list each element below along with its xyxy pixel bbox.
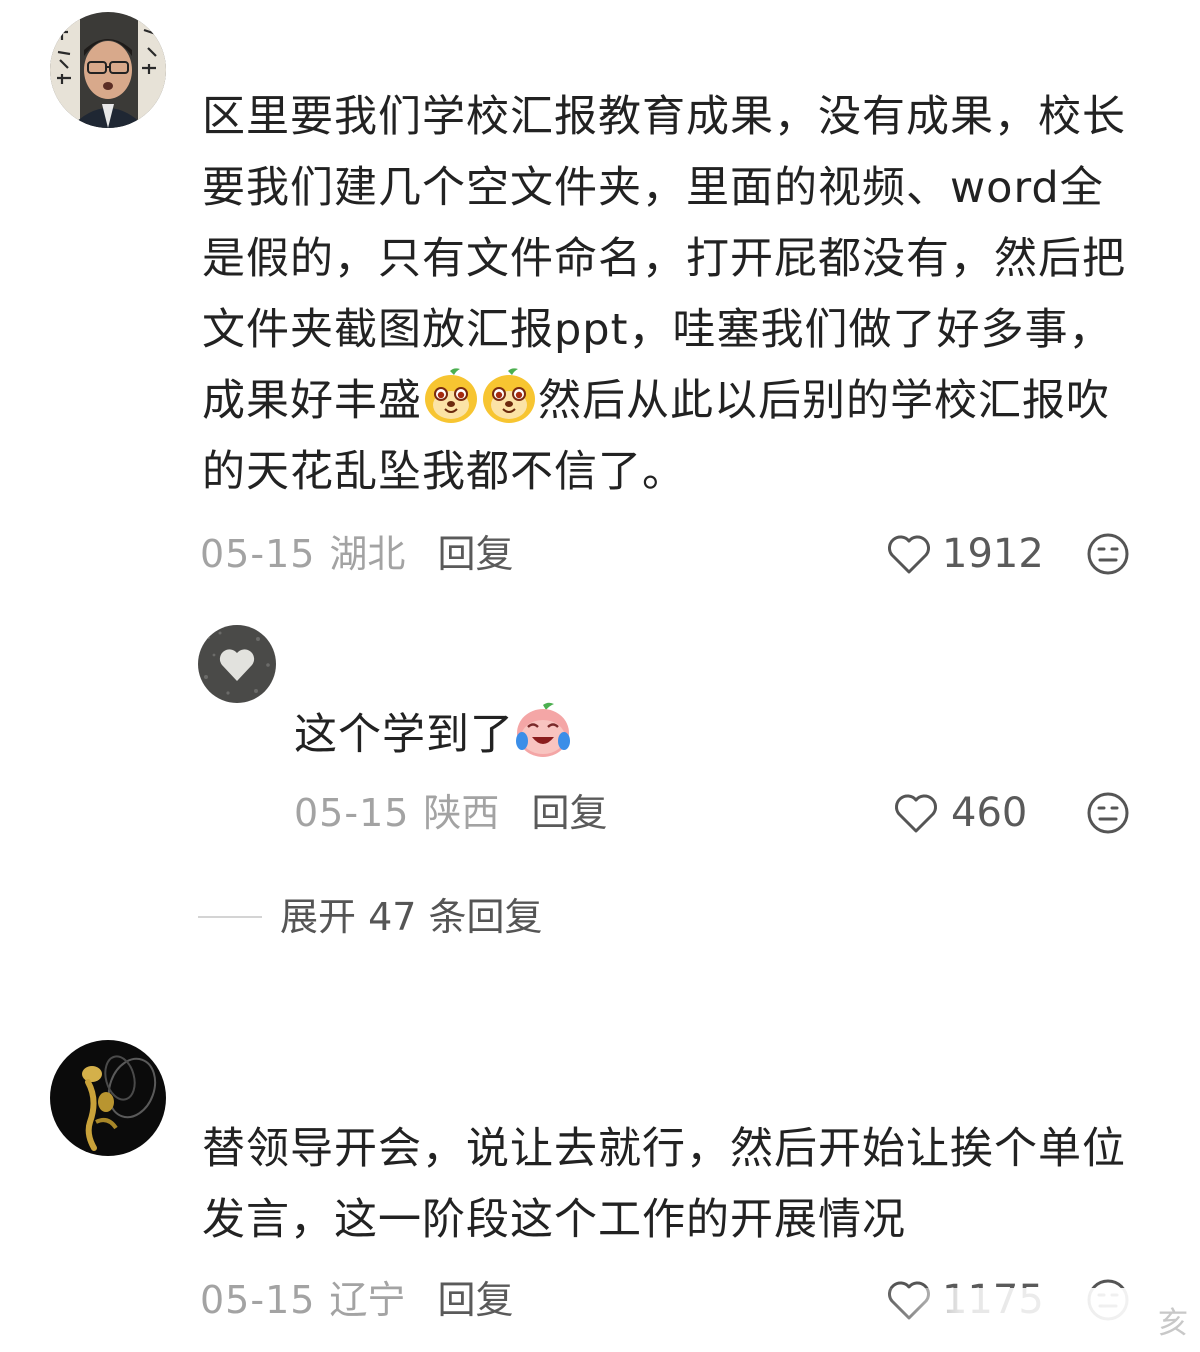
expand-replies-label: 展开 47 条回复 — [280, 895, 543, 939]
crying-laughing-emoji — [514, 701, 572, 759]
comment-region: 湖北 — [329, 532, 406, 576]
comment-date: 05-15 — [200, 1278, 316, 1322]
heart-icon — [895, 794, 937, 833]
comment-meta: 05-15 辽宁 回复 — [200, 1278, 513, 1322]
heart-icon — [888, 535, 930, 574]
comment-region: 陕西 — [423, 791, 500, 835]
comment-date: 05-15 — [294, 791, 410, 835]
neutral-face-icon — [1087, 792, 1129, 834]
avatar[interactable] — [50, 12, 166, 128]
comment-meta: 05-15 湖北 回复 — [200, 532, 513, 576]
comment-date: 05-15 — [200, 532, 316, 576]
dog-face-emoji — [480, 367, 538, 425]
comment-text: 这个学到了 — [294, 700, 1094, 771]
comment-text-part: 替领导开会，说让去就行，然后开始让挨个单位 发言，这一阶段这个工作的开展情况 — [202, 1124, 1126, 1245]
comment-region: 辽宁 — [329, 1278, 406, 1322]
emoticon-button[interactable] — [1086, 532, 1130, 580]
comment-text-part: 这个学到了 — [294, 710, 514, 760]
avatar[interactable] — [50, 1040, 166, 1156]
neutral-face-icon — [1087, 533, 1129, 575]
divider-line — [198, 916, 262, 918]
reply-button[interactable]: 回复 — [437, 532, 513, 576]
comment-text: 替领导开会，说让去就行，然后开始让挨个单位 发言，这一阶段这个工作的开展情况 — [202, 1114, 1162, 1256]
watermark-text: 亥 — [1158, 1306, 1188, 1341]
like-button[interactable]: 460 — [893, 791, 1033, 835]
emoticon-button[interactable] — [1086, 791, 1130, 839]
like-count: 460 — [951, 790, 1028, 836]
comment-meta: 05-15 陕西 回复 — [294, 791, 607, 835]
reply-button[interactable]: 回复 — [531, 791, 607, 835]
comment-text: 区里要我们学校汇报教育成果，没有成果，校长 要我们建几个空文件夹，里面的视频、w… — [202, 82, 1162, 508]
like-button[interactable]: 1912 — [886, 532, 1044, 576]
reply-button[interactable]: 回复 — [437, 1278, 513, 1322]
like-count: 1912 — [942, 531, 1044, 577]
avatar[interactable] — [198, 625, 276, 703]
watermark: 亥 — [880, 1288, 1200, 1352]
dog-face-emoji — [422, 367, 480, 425]
